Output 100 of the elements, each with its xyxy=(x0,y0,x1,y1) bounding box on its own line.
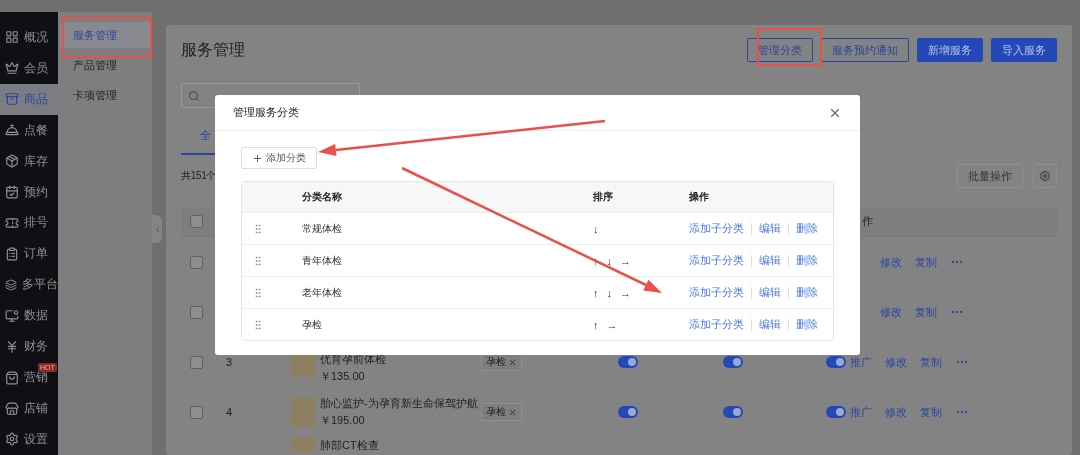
sidebar-item[interactable]: 排号 xyxy=(0,207,58,239)
collapse-handle[interactable] xyxy=(152,215,162,243)
close-icon[interactable] xyxy=(508,357,517,367)
action-link[interactable]: 修改 xyxy=(885,404,907,420)
calendar-icon xyxy=(5,185,19,200)
action-link[interactable]: 添加子分类 xyxy=(689,253,744,268)
sidebar-item[interactable]: 概况 xyxy=(0,22,58,53)
item-count: 共151个 xyxy=(181,169,218,183)
product-price: ￥135.00 xyxy=(320,369,366,384)
action-link[interactable]: 修改 xyxy=(880,304,902,320)
bell-icon xyxy=(5,123,19,138)
action-link[interactable]: 编辑 xyxy=(759,285,781,300)
store-icon xyxy=(5,401,19,416)
action-link[interactable]: 删除 xyxy=(796,253,818,268)
action-link[interactable]: 删除 xyxy=(796,221,818,236)
toggle-switch[interactable] xyxy=(618,356,638,368)
sort-arrow[interactable]: → xyxy=(620,286,631,299)
action-link[interactable]: 修改 xyxy=(885,354,907,370)
action-link[interactable]: 编辑 xyxy=(759,221,781,236)
sidebar-item[interactable]: 点餐 xyxy=(0,114,58,146)
sort-arrow[interactable]: ↓ xyxy=(606,286,612,299)
action-link[interactable]: 添加子分类 xyxy=(689,221,744,236)
row-index: 3 xyxy=(226,356,234,368)
action-link[interactable]: 删除 xyxy=(796,285,818,300)
action-link[interactable]: 添加子分类 xyxy=(689,317,744,332)
sidebar-item[interactable]: 库存 xyxy=(0,145,58,177)
checkbox[interactable] xyxy=(190,355,203,369)
sidebar-item[interactable]: 店铺 xyxy=(0,393,58,424)
settings-icon xyxy=(5,432,19,447)
drag-handle-icon[interactable] xyxy=(252,318,264,331)
row-index: 4 xyxy=(226,406,234,418)
subnav-item[interactable]: 产品管理 xyxy=(60,52,150,78)
sort-arrow[interactable]: → xyxy=(620,254,631,267)
toggle-switch[interactable] xyxy=(618,406,638,418)
subnav-item[interactable]: 卡项管理 xyxy=(60,82,150,108)
action-link[interactable]: 复制 xyxy=(915,304,937,320)
sidebar-item[interactable]: 订单 xyxy=(0,238,58,270)
action-link[interactable]: 编辑 xyxy=(759,253,781,268)
column-header: 排序 xyxy=(593,190,614,204)
action-link[interactable]: 复制 xyxy=(920,354,942,370)
sidebar-item[interactable]: 预约 xyxy=(0,176,58,208)
bag-icon xyxy=(5,370,19,385)
photo-placeholder xyxy=(291,437,315,453)
outline-button[interactable]: 管理分类 xyxy=(747,38,813,62)
sort-arrow[interactable]: ↑ xyxy=(593,286,599,299)
drag-handle-icon[interactable] xyxy=(252,222,264,235)
monitor-icon xyxy=(5,308,19,323)
checkbox[interactable] xyxy=(190,215,203,228)
category-name: 孕检 xyxy=(301,317,323,332)
toggle-switch[interactable] xyxy=(826,356,846,368)
checkbox[interactable] xyxy=(190,255,203,269)
clipboard-icon xyxy=(5,246,19,261)
category-name: 青年体检 xyxy=(301,253,343,268)
ticket-icon xyxy=(5,216,19,230)
checkbox[interactable] xyxy=(190,405,203,419)
action-link[interactable]: 删除 xyxy=(796,317,818,332)
category-name: 老年体检 xyxy=(301,285,343,300)
close-icon[interactable] xyxy=(508,407,517,417)
sort-arrow[interactable]: ↓ xyxy=(593,222,599,235)
primary-button[interactable]: 新增服务 xyxy=(917,38,983,62)
category-name: 常规体检 xyxy=(301,221,343,236)
drag-handle-icon[interactable] xyxy=(252,286,264,299)
sidebar-item[interactable]: 设置 xyxy=(0,424,58,455)
sort-arrow[interactable]: → xyxy=(606,318,618,331)
outline-button[interactable]: 服务预约通知 xyxy=(821,38,909,62)
action-link[interactable]: 推广 xyxy=(850,354,872,370)
sidebar-item[interactable]: 财务 xyxy=(0,331,58,363)
toggle-switch[interactable] xyxy=(723,356,743,368)
toggle-switch[interactable] xyxy=(723,406,743,418)
product-name: 胎心监护-为孕育新生命保驾护航 xyxy=(320,396,478,411)
page-title: 服务管理 xyxy=(181,39,246,60)
search-icon xyxy=(188,89,200,102)
package-icon xyxy=(5,154,19,169)
checkbox[interactable] xyxy=(190,305,203,319)
action-link[interactable]: 修改 xyxy=(880,254,902,270)
sidebar-item[interactable]: 会员 xyxy=(0,52,58,84)
sort-arrow[interactable]: ↓ xyxy=(606,254,612,267)
grid-icon xyxy=(5,30,19,45)
layers-icon xyxy=(5,277,17,292)
box-icon xyxy=(5,92,19,107)
toggle-switch[interactable] xyxy=(826,406,846,418)
sidebar-item[interactable]: 多平台 xyxy=(0,269,58,301)
add-category-button[interactable]: 添加分类 xyxy=(241,147,317,169)
subnav-item[interactable]: 服务管理 xyxy=(60,22,150,48)
dialog-title: 管理服务分类 xyxy=(233,105,299,120)
product-name: 肺部CT检查 xyxy=(320,437,379,453)
batch-button[interactable]: 批量操作 xyxy=(957,164,1023,188)
category-tag: 孕检 xyxy=(481,403,522,421)
action-link[interactable]: 推广 xyxy=(850,404,872,420)
sidebar-item[interactable]: 数据 xyxy=(0,300,58,332)
sort-arrow[interactable]: ↑ xyxy=(593,318,599,331)
action-link[interactable]: 复制 xyxy=(915,254,937,270)
settings-button[interactable] xyxy=(1033,164,1057,188)
action-link[interactable]: 编辑 xyxy=(759,317,781,332)
action-link[interactable]: 添加子分类 xyxy=(689,285,744,300)
highlight-frame xyxy=(757,28,822,66)
action-link[interactable]: 复制 xyxy=(920,404,942,420)
settings-icon xyxy=(1039,170,1051,182)
primary-button[interactable]: 导入服务 xyxy=(991,38,1057,62)
drag-handle-icon[interactable] xyxy=(252,254,264,267)
